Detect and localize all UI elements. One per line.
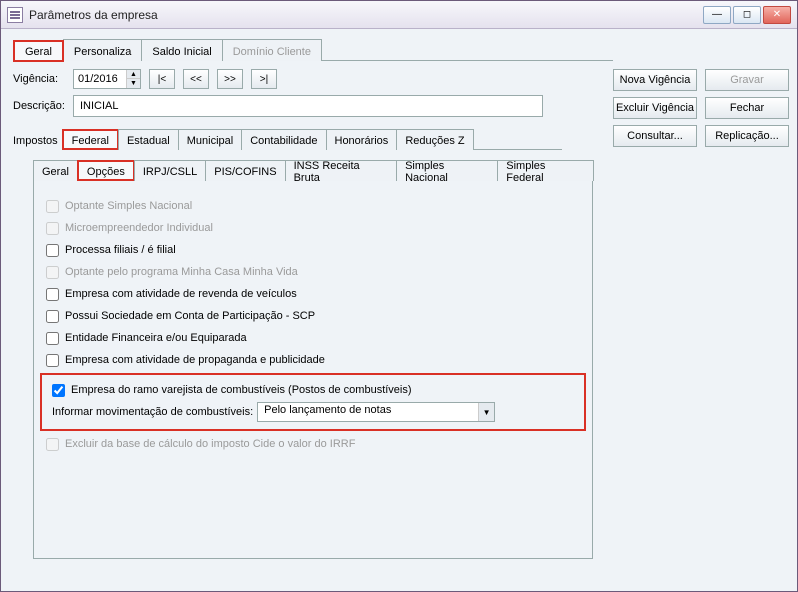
inner-tab-simples-federal: Simples Federal: [497, 160, 594, 181]
check-scp[interactable]: Possui Sociedade em Conta de Participaçã…: [40, 305, 586, 327]
tab-personaliza[interactable]: Personaliza: [63, 39, 142, 61]
highlight-combustiveis-box: Empresa do ramo varejista de combustívei…: [40, 373, 586, 431]
maximize-button[interactable]: ◻: [733, 6, 761, 24]
inner-tab-irpj[interactable]: IRPJ/CSLL: [134, 160, 206, 181]
window-title: Parâmetros da empresa: [29, 8, 158, 22]
subtab-reducoesz[interactable]: Reduções Z: [396, 129, 473, 150]
check-processa-filiais[interactable]: Processa filiais / é filial: [40, 239, 586, 261]
check-revenda-veiculos[interactable]: Empresa com atividade de revenda de veíc…: [40, 283, 586, 305]
gravar-button[interactable]: Gravar: [705, 69, 789, 91]
check-combustiveis[interactable]: Empresa do ramo varejista de combustívei…: [46, 379, 580, 401]
replicacao-button[interactable]: Replicação...: [705, 125, 789, 147]
check-propaganda[interactable]: Empresa com atividade de propaganda e pu…: [40, 349, 586, 371]
vigencia-first-button[interactable]: |<: [149, 69, 175, 89]
tab-dominio-cliente: Domínio Cliente: [222, 39, 322, 61]
check-optante-simples: Optante Simples Nacional: [40, 195, 586, 217]
check-mei: Microempreendedor Individual: [40, 217, 586, 239]
chevron-down-icon[interactable]: ▼: [478, 403, 494, 421]
check-entidade-fin[interactable]: Entidade Financeira e/ou Equiparada: [40, 327, 586, 349]
subtab-honorarios[interactable]: Honorários: [326, 129, 398, 150]
inner-tab-piscofins[interactable]: PIS/COFINS: [205, 160, 285, 181]
descricao-label: Descrição:: [13, 100, 65, 112]
excluir-vigencia-button[interactable]: Excluir Vigência: [613, 97, 697, 119]
inner-tab-opcoes[interactable]: Opções: [77, 160, 135, 181]
descricao-input[interactable]: [73, 95, 543, 117]
vigencia-input[interactable]: [74, 70, 126, 88]
check-minha-casa: Optante pelo programa Minha Casa Minha V…: [40, 261, 586, 283]
minimize-button[interactable]: —: [703, 6, 731, 24]
tab-geral[interactable]: Geral: [13, 40, 64, 62]
vigencia-spinner[interactable]: ▲ ▼: [73, 69, 141, 89]
vigencia-prev-button[interactable]: <<: [183, 69, 209, 89]
vigencia-label: Vigência:: [13, 73, 65, 85]
informar-mov-label: Informar movimentação de combustíveis:: [52, 406, 253, 418]
subtab-estadual[interactable]: Estadual: [118, 129, 179, 150]
nova-vigencia-button[interactable]: Nova Vigência: [613, 69, 697, 91]
vigencia-up[interactable]: ▲: [126, 70, 140, 79]
fechar-button[interactable]: Fechar: [705, 97, 789, 119]
subtab-municipal[interactable]: Municipal: [178, 129, 242, 150]
subtab-contabilidade[interactable]: Contabilidade: [241, 129, 326, 150]
impostos-label: Impostos: [13, 135, 58, 150]
informar-mov-select[interactable]: Pelo lançamento de notas ▼: [257, 402, 495, 422]
check-excluir-cide: Excluir da base de cálculo do imposto Ci…: [40, 433, 586, 455]
close-button[interactable]: ✕: [763, 6, 791, 24]
tab-saldo-inicial[interactable]: Saldo Inicial: [141, 39, 222, 61]
vigencia-next-button[interactable]: >>: [217, 69, 243, 89]
inner-tab-simples-nacional: Simples Nacional: [396, 160, 498, 181]
inner-tab-inss: INSS Receita Bruta: [285, 160, 397, 181]
vigencia-down[interactable]: ▼: [126, 79, 140, 88]
subtab-federal[interactable]: Federal: [62, 129, 119, 150]
inner-tab-geral[interactable]: Geral: [33, 160, 78, 181]
app-icon: [7, 7, 23, 23]
consultar-button[interactable]: Consultar...: [613, 125, 697, 147]
vigencia-last-button[interactable]: >|: [251, 69, 277, 89]
